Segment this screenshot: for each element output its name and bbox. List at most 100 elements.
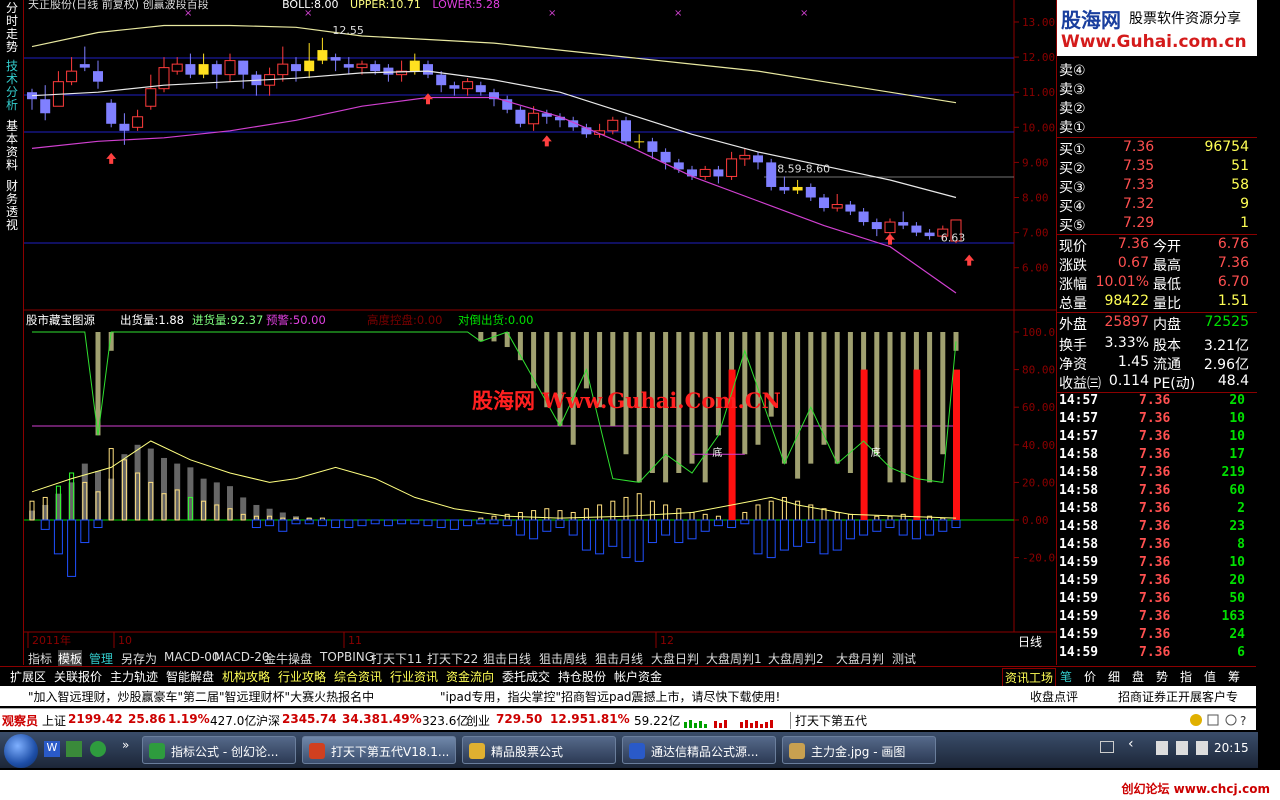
tick-row[interactable]: 14:57 7.36 10 xyxy=(1057,411,1257,429)
tick-row[interactable]: 14:57 7.36 10 xyxy=(1057,429,1257,447)
tab-fundamentals[interactable]: 基本资料 xyxy=(2,120,22,172)
negative-bar xyxy=(911,519,921,540)
tick-row[interactable]: 14:59 7.36 20 xyxy=(1057,573,1257,591)
toolbar-formula-button[interactable]: 打天下11 xyxy=(371,650,422,667)
sell-row[interactable]: 卖② xyxy=(1057,98,1257,117)
news-item-3[interactable]: 收盘点评 xyxy=(1030,688,1078,705)
right-panel-tab[interactable]: 指 xyxy=(1180,668,1192,685)
extension-tab[interactable]: 持仓股份 xyxy=(558,668,606,685)
toolbar-formula-button[interactable]: 金牛操盘 xyxy=(264,650,312,667)
buy-price: 7.33 xyxy=(1123,177,1155,193)
period-label[interactable]: 日线 xyxy=(1018,635,1042,649)
flag-icon[interactable] xyxy=(1196,741,1208,755)
chart-area[interactable]: 13.00 12.00 11.00 10.00 9.00 8.00 7.00 6.00 12.5… xyxy=(24,0,1056,650)
toolbar-formula-button[interactable]: 另存为 xyxy=(121,650,157,667)
task-item-3[interactable]: 精品股票公式 xyxy=(462,736,616,764)
negative-bar xyxy=(304,519,314,525)
mail-icon[interactable] xyxy=(66,741,82,757)
buy-row[interactable]: 买② 7.35 51 xyxy=(1057,158,1257,177)
tick-time: 14:58 xyxy=(1059,465,1099,480)
buy-row[interactable]: 买③ 7.33 58 xyxy=(1057,177,1257,196)
extension-tab[interactable]: 委托成交 xyxy=(502,668,550,685)
price-tick-label: 11.00 xyxy=(1022,86,1055,99)
extension-tab[interactable]: 机构攻略 xyxy=(222,668,270,685)
chevron-left-icon[interactable]: ‹ xyxy=(1128,736,1134,752)
toolbar-formula-button[interactable]: 指标 xyxy=(28,650,52,667)
buy-row[interactable]: 买⑤ 7.29 1 xyxy=(1057,215,1257,234)
tab-intraday[interactable]: 分时走势 xyxy=(2,2,22,54)
word-icon[interactable]: W xyxy=(44,741,60,757)
toolbar-formula-button[interactable]: 大盘月判 xyxy=(836,650,884,667)
info-workshop-button[interactable]: 资讯工场 xyxy=(1002,668,1057,687)
buy-row[interactable]: 买④ 7.32 9 xyxy=(1057,196,1257,215)
clock[interactable]: 20:15 xyxy=(1214,741,1249,755)
news-item-2[interactable]: "ipad专用，指尖掌控"招商智远pad震撼上市，请尽快下载使用! xyxy=(440,688,780,705)
toolbar-formula-button[interactable]: 大盘周判2 xyxy=(768,650,824,667)
extension-tab[interactable]: 关联报价 xyxy=(54,668,102,685)
right-panel-tab[interactable]: 势 xyxy=(1156,668,1168,685)
tick-row[interactable]: 14:58 7.36 60 xyxy=(1057,483,1257,501)
news-item-1[interactable]: "加入智远理财，炒股赢豪车"第二届"智远理财杯"大赛火热报名中 xyxy=(28,688,374,705)
right-panel-tab[interactable]: 值 xyxy=(1204,668,1216,685)
task-item-5[interactable]: 主力金.jpg - 画图 xyxy=(782,736,936,764)
toolbar-formula-button[interactable]: 大盘周判1 xyxy=(706,650,762,667)
right-panel-tab[interactable]: 盘 xyxy=(1132,668,1144,685)
document-task-icon xyxy=(629,743,645,759)
extension-tab[interactable]: 行业攻略 xyxy=(278,668,326,685)
keyboard-icon[interactable] xyxy=(1100,741,1114,753)
sell-row[interactable]: 卖④ xyxy=(1057,60,1257,79)
right-panel-tab[interactable]: 筹 xyxy=(1228,668,1240,685)
observer-label[interactable]: 观察员 xyxy=(2,712,38,729)
tick-row[interactable]: 14:59 7.36 6 xyxy=(1057,645,1257,663)
extension-tab[interactable]: 主力轨迹 xyxy=(110,668,158,685)
task-item-1[interactable]: 指标公式 - 创幻论... xyxy=(142,736,296,764)
toolbar-formula-button[interactable]: 模板 xyxy=(58,650,83,667)
tab-financials[interactable]: 财务透视 xyxy=(2,180,22,232)
extension-tab[interactable]: 扩展区 xyxy=(10,668,46,685)
toolbar-formula-button[interactable]: 打天下22 xyxy=(427,650,478,667)
buy-row[interactable]: 买① 7.36 96754 xyxy=(1057,139,1257,158)
extension-tab[interactable]: 资金流向 xyxy=(446,668,494,685)
overflow-chevron-icon[interactable]: » xyxy=(122,738,129,752)
toolbar-formula-button[interactable]: 狙击周线 xyxy=(539,650,587,667)
tick-row[interactable]: 14:59 7.36 10 xyxy=(1057,555,1257,573)
start-button[interactable] xyxy=(4,734,38,768)
tick-row[interactable]: 14:59 7.36 50 xyxy=(1057,591,1257,609)
news-item-4[interactable]: 招商证券正开展客户专 xyxy=(1118,688,1238,705)
browser-icon[interactable] xyxy=(90,741,106,757)
toolbar-formula-button[interactable]: 狙击月线 xyxy=(595,650,643,667)
task-item-2[interactable]: 打天下第五代V18.1... xyxy=(302,736,456,764)
toolbar-formula-button[interactable]: TOPBING xyxy=(320,650,374,664)
tick-row[interactable]: 14:59 7.36 163 xyxy=(1057,609,1257,627)
extension-tab[interactable]: 帐户资金 xyxy=(614,668,662,685)
toolbar-formula-button[interactable]: 测试 xyxy=(892,650,916,667)
tab-technical[interactable]: 技术分析 xyxy=(2,60,22,112)
candle-body-down xyxy=(185,64,196,75)
right-panel-tab[interactable]: 细 xyxy=(1108,668,1120,685)
tick-row[interactable]: 14:58 7.36 219 xyxy=(1057,465,1257,483)
toolbar-formula-button[interactable]: MACD-00 xyxy=(164,650,220,664)
sell-row[interactable]: 卖③ xyxy=(1057,79,1257,98)
candle-body-up xyxy=(699,168,711,177)
toolbar-formula-button[interactable]: 狙击日线 xyxy=(483,650,531,667)
tick-row[interactable]: 14:57 7.36 20 xyxy=(1057,393,1257,411)
tick-row[interactable]: 14:58 7.36 2 xyxy=(1057,501,1257,519)
tick-row[interactable]: 14:58 7.36 23 xyxy=(1057,519,1257,537)
extension-tab[interactable]: 智能解盘 xyxy=(166,668,214,685)
toolbar-formula-button[interactable]: 大盘日判 xyxy=(651,650,699,667)
negative-bar xyxy=(357,519,367,527)
task-item-4[interactable]: 通达信精品公式源... xyxy=(622,736,776,764)
extension-tab[interactable]: 行业资讯 xyxy=(390,668,438,685)
tick-time: 14:58 xyxy=(1059,447,1099,462)
tick-row[interactable]: 14:59 7.36 24 xyxy=(1057,627,1257,645)
right-panel-tab[interactable]: 笔 xyxy=(1060,668,1072,685)
right-panel-tab[interactable]: 价 xyxy=(1084,668,1096,685)
extension-tab[interactable]: 综合资讯 xyxy=(334,668,382,685)
volume-icon[interactable] xyxy=(1176,741,1188,755)
tick-row[interactable]: 14:58 7.36 8 xyxy=(1057,537,1257,555)
sell-row[interactable]: 卖① xyxy=(1057,117,1257,136)
toolbar-formula-button[interactable]: MACD-20 xyxy=(214,650,270,664)
network-icon[interactable] xyxy=(1156,741,1168,755)
tick-row[interactable]: 14:58 7.36 17 xyxy=(1057,447,1257,465)
toolbar-formula-button[interactable]: 管理 xyxy=(89,650,113,667)
